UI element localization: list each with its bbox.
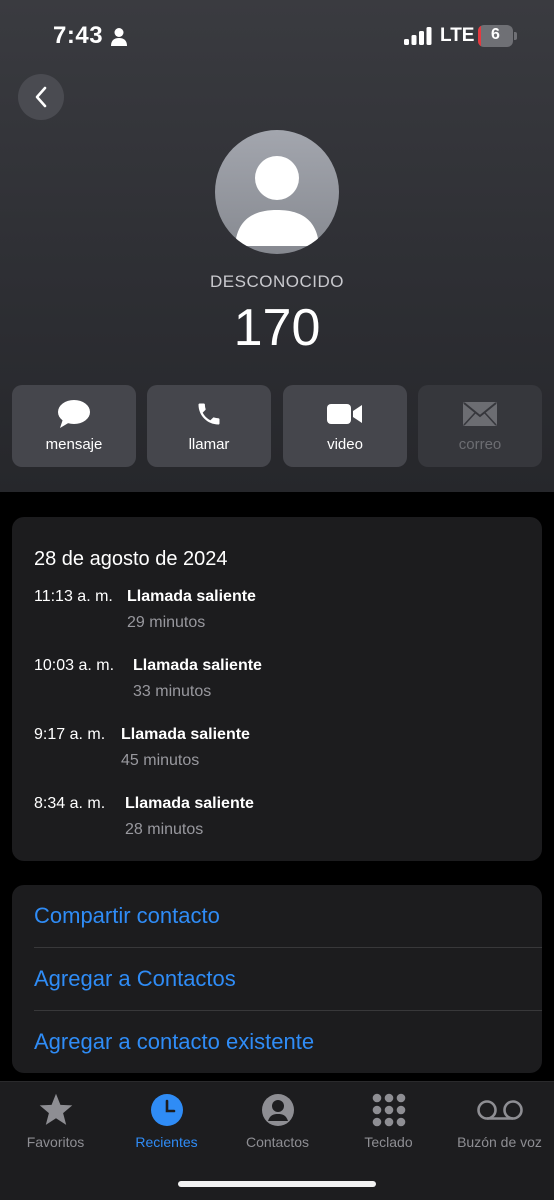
call-time: 10:03 a. m. [34,657,115,674]
person-circle-icon [261,1094,294,1126]
mail-icon [463,402,497,426]
call-row: 9:17 a. m. Llamada saliente 45 minutos [34,726,524,776]
keypad-icon [372,1093,405,1127]
message-button-label: mensaje [45,436,103,453]
avatar [215,130,339,254]
call-duration: 33 minutos [133,683,212,700]
video-icon [327,404,362,424]
voicemail-icon [476,1100,523,1120]
tab-favoritos[interactable]: Favoritos [0,1082,111,1162]
call-time: 8:34 a. m. [34,795,106,812]
chevron-left-icon [35,86,47,108]
tab-buzon-de-voz[interactable]: Buzón de voz [444,1082,554,1162]
call-duration: 45 minutos [121,752,200,769]
add-to-contacts-option[interactable]: Agregar a Contactos [34,948,542,1010]
phone-icon [198,403,220,425]
tab-label: Buzón de voz [457,1134,542,1150]
add-to-existing-contact-label: Agregar a contacto existente [34,1029,315,1054]
tab-label: Favoritos [26,1134,85,1150]
call-row: 8:34 a. m. Llamada saliente 28 minutos [34,795,524,845]
add-to-existing-contact-option[interactable]: Agregar a contacto existente [34,1011,542,1073]
status-time: 7:43 [53,22,104,49]
person-icon [111,28,127,46]
home-indicator [178,1181,376,1187]
call-time: 9:17 a. m. [34,726,106,743]
tab-contactos[interactable]: Contactos [222,1082,333,1162]
share-contact-option[interactable]: Compartir contacto [34,885,542,947]
contact-options-card: Compartir contacto Agregar a Contactos A… [12,885,542,1073]
call-row: 11:13 a. m. Llamada saliente 29 minutos [34,588,524,638]
call-type: Llamada saliente [125,795,254,812]
call-duration: 28 minutos [125,821,204,838]
star-icon [39,1093,72,1125]
call-type: Llamada saliente [127,588,256,605]
mail-button-label: correo [458,436,502,453]
message-button[interactable]: mensaje [12,385,136,467]
battery-level: 6 [491,26,500,43]
tab-teclado[interactable]: Teclado [333,1082,444,1162]
call-time: 11:13 a. m. [34,588,113,605]
back-button[interactable] [18,74,64,120]
status-bar: 7:43 LTE 6 [0,0,554,70]
contact-number: 170 [233,299,321,357]
video-button[interactable]: video [283,385,407,467]
contact-label: DESCONOCIDO [210,272,344,291]
call-button[interactable]: llamar [147,385,271,467]
add-to-contacts-label: Agregar a Contactos [34,966,236,991]
call-button-label: llamar [188,436,230,453]
action-buttons: mensaje llamar video correo [12,385,542,467]
battery-icon: 6 [478,25,517,47]
call-row: 10:03 a. m. Llamada saliente 33 minutos [34,657,524,707]
mail-button[interactable]: correo [418,385,542,467]
clock-icon [150,1094,183,1126]
tab-label: Teclado [364,1134,413,1150]
signal-icon [404,27,432,45]
message-icon [58,400,90,428]
call-history-card: 28 de agosto de 2024 11:13 a. m. Llamada… [12,517,542,861]
call-type: Llamada saliente [133,657,262,674]
contact-header: 7:43 LTE 6 DESCONOCIDO 170 mensaje llama… [0,0,554,492]
tab-recientes[interactable]: Recientes [111,1082,222,1162]
person-silhouette-icon [235,156,319,246]
call-duration: 29 minutos [127,614,206,631]
tab-label: Contactos [245,1134,310,1150]
video-button-label: video [327,436,363,453]
tab-label: Recientes [135,1134,198,1150]
history-date: 28 de agosto de 2024 [34,548,228,570]
network-type: LTE [440,25,475,46]
share-contact-label: Compartir contacto [34,903,220,928]
call-type: Llamada saliente [121,726,250,743]
